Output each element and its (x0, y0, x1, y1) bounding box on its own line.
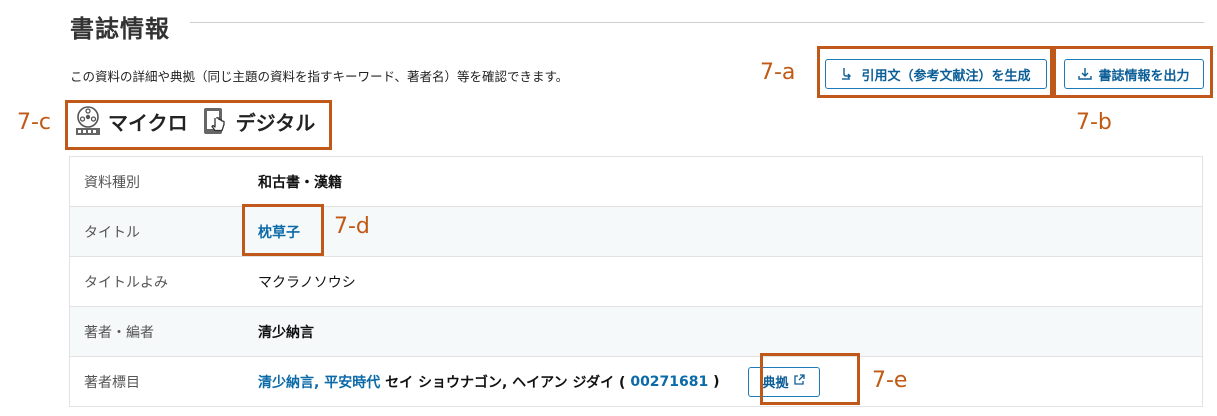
author-reading: セイ ショウナゴン, ヘイアン ジダイ ( (385, 374, 626, 391)
title-divider (190, 22, 1204, 23)
period-link[interactable]: 平安時代 (324, 372, 380, 392)
row-label: 著者・編者 (84, 324, 154, 341)
highlight-box-7c (65, 100, 332, 150)
highlight-box-7e (760, 353, 860, 405)
section-title: 書誌情報 (70, 15, 170, 43)
row-label: 著者標目 (84, 374, 140, 391)
bibliographic-table: 資料種別 和古書・漢籍 タイトル 枕草子 タイトルよみ マクラノソウシ 著者・編… (69, 156, 1203, 407)
row-value: マクラノソウシ (258, 274, 356, 291)
author-reading-close: ) (713, 373, 720, 390)
row-label: タイトルよみ (84, 274, 168, 291)
table-row: 資料種別 和古書・漢籍 (70, 157, 1202, 207)
author-link[interactable]: 清少納言, (258, 372, 319, 392)
row-label: 資料種別 (84, 174, 140, 191)
table-row: 著者標目 清少納言, 平安時代 セイ ショウナゴン, ヘイアン ジダイ ( 00… (70, 357, 1202, 407)
table-row: 著者・編者 清少納言 (70, 307, 1202, 357)
callout-7b: 7-b (1076, 110, 1112, 135)
callout-7e: 7-e (872, 368, 908, 393)
callout-7a: 7-a (760, 60, 796, 85)
row-value: 和古書・漢籍 (258, 174, 342, 191)
callout-7c: 7-c (17, 110, 52, 135)
callout-7d: 7-d (334, 214, 370, 239)
highlight-box-7b (1053, 46, 1213, 98)
table-row: タイトル 枕草子 (70, 207, 1202, 257)
row-label: タイトル (84, 224, 140, 241)
table-row: タイトルよみ マクラノソウシ (70, 257, 1202, 307)
row-value: 清少納言 (258, 324, 314, 341)
highlight-box-7d (242, 204, 324, 256)
authority-id-link[interactable]: 00271681 (630, 374, 708, 390)
section-description: この資料の詳細や典拠（同じ主題の資料を指すキーワード、著者名）等を確認できます。 (70, 69, 569, 84)
highlight-box-7a (817, 46, 1053, 98)
